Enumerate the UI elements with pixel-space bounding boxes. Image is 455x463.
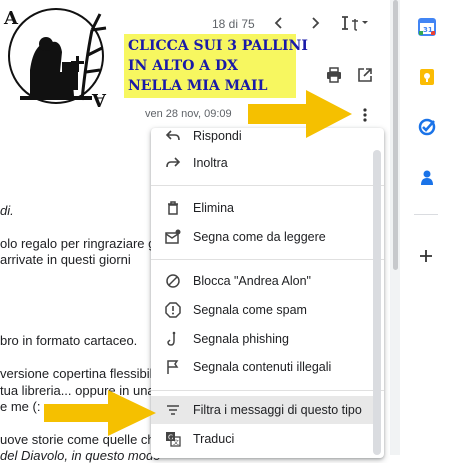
page-scrollbar-thumb[interactable] xyxy=(393,0,398,270)
menu-item-label: Segna come da leggere xyxy=(193,230,326,244)
rail-divider xyxy=(414,214,438,215)
more-vert-icon xyxy=(363,108,367,122)
next-message-button[interactable] xyxy=(302,10,328,36)
side-panel: 31 xyxy=(400,0,455,455)
keep-app-button[interactable] xyxy=(418,68,436,91)
trash-icon xyxy=(163,198,183,218)
tasks-icon xyxy=(418,118,436,136)
menu-item-mark-unread[interactable]: Segna come da leggere xyxy=(151,223,376,251)
menu-item-filter[interactable]: Filtra i messaggi di questo tipo xyxy=(151,396,376,424)
menu-item-label: Rispondi xyxy=(193,129,242,143)
svg-text:A: A xyxy=(91,89,107,110)
contacts-icon xyxy=(421,170,433,185)
menu-item-label: Segnala contenuti illegali xyxy=(193,360,332,374)
menu-item-label: Segnala come spam xyxy=(193,303,307,317)
chevron-right-icon xyxy=(312,17,320,29)
email-line: versione copertina flessibile xyxy=(0,366,160,381)
menu-item-label: Filtra i messaggi di questo tipo xyxy=(193,403,362,417)
menu-item-forward[interactable]: Inoltra xyxy=(151,149,376,177)
menu-item-translate[interactable]: G文 Traduci xyxy=(151,425,376,453)
block-icon xyxy=(163,271,183,291)
add-addon-button[interactable] xyxy=(418,248,434,269)
chevron-left-icon xyxy=(274,17,282,29)
menu-item-label: Inoltra xyxy=(193,156,228,170)
translate-icon: G文 xyxy=(163,429,183,449)
pointer-arrow-icon xyxy=(248,90,352,138)
keep-icon xyxy=(420,69,434,85)
open-in-new-icon xyxy=(358,68,372,82)
email-line: del Diavolo, in questo modo xyxy=(0,448,161,463)
author-logo: A A xyxy=(0,0,112,112)
pager-count: 18 di 75 xyxy=(212,17,255,31)
email-line: bro in formato cartaceo. xyxy=(0,333,138,348)
tasks-app-button[interactable] xyxy=(418,118,436,141)
menu-item-delete[interactable]: Elimina xyxy=(151,194,376,222)
flag-icon xyxy=(163,357,183,377)
add-icon xyxy=(420,250,432,262)
menu-item-block[interactable]: Blocca "Andrea Alon" xyxy=(151,267,376,295)
menu-item-label: Blocca "Andrea Alon" xyxy=(193,274,311,288)
instruction-line: CLICCA SUI 3 PALLINI xyxy=(128,38,308,54)
menu-item-spam[interactable]: Segnala come spam xyxy=(151,296,376,324)
print-button[interactable] xyxy=(321,62,347,88)
calendar-icon: 31 xyxy=(418,18,436,36)
menu-separator xyxy=(151,259,384,260)
email-line: olo regalo per ringraziare gli xyxy=(0,236,162,251)
more-options-menu: Rispondi Inoltra Elimina Segna come da l… xyxy=(151,128,384,458)
phishing-icon xyxy=(163,329,183,349)
calendar-app-button[interactable]: 31 xyxy=(418,18,436,41)
prev-message-button[interactable] xyxy=(266,10,292,36)
filter-icon xyxy=(163,400,183,420)
menu-item-label: Segnala phishing xyxy=(193,332,289,346)
menu-item-phishing[interactable]: Segnala phishing xyxy=(151,325,376,353)
contacts-app-button[interactable] xyxy=(418,168,436,191)
more-options-button[interactable] xyxy=(357,107,373,123)
menu-item-label: Traduci xyxy=(193,432,235,446)
pointer-arrow-icon xyxy=(44,390,156,436)
email-line: di. xyxy=(0,203,14,218)
menu-item-report-illegal[interactable]: Segnala contenuti illegali xyxy=(151,353,376,381)
svg-text:31: 31 xyxy=(423,26,433,34)
menu-scrollbar[interactable] xyxy=(373,150,381,455)
input-tools-icon xyxy=(342,16,368,31)
spam-icon xyxy=(163,300,183,320)
menu-item-label: Elimina xyxy=(193,201,234,215)
open-new-window-button[interactable] xyxy=(352,62,378,88)
instruction-line: IN ALTO A DX xyxy=(128,58,239,74)
svg-text:A: A xyxy=(3,8,19,29)
menu-separator xyxy=(151,390,384,391)
reply-icon xyxy=(163,128,183,146)
email-line: e me (: xyxy=(0,399,41,414)
mark-unread-icon xyxy=(163,227,183,247)
forward-icon xyxy=(163,153,183,173)
input-tools-button[interactable] xyxy=(338,10,372,36)
message-date: ven 28 nov, 09:09 xyxy=(145,108,232,120)
email-line: arrivate in questi giorni xyxy=(0,252,131,267)
svg-text:文: 文 xyxy=(173,439,179,447)
print-icon xyxy=(327,67,341,83)
menu-separator xyxy=(151,185,384,186)
